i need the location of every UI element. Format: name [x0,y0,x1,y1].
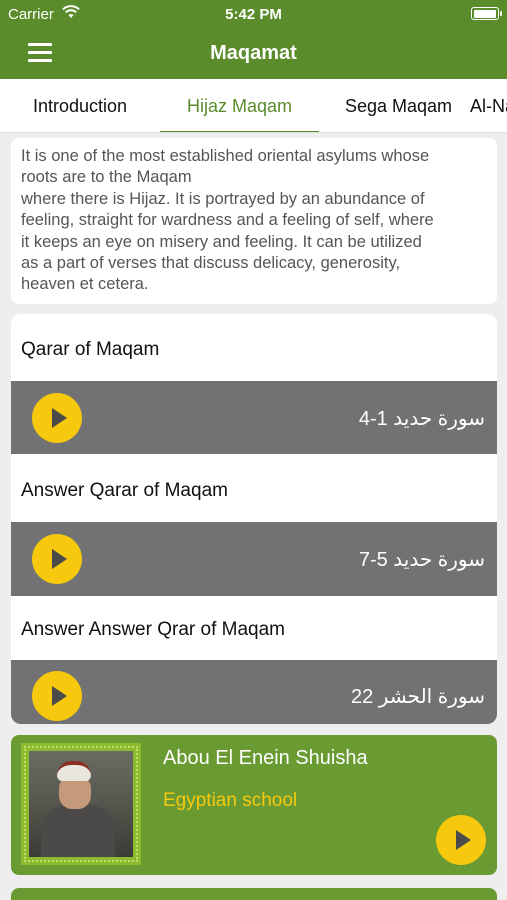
audio-player-bar: سورة حديد 1-4 [11,381,497,454]
play-icon[interactable] [32,671,82,721]
maqam-description: It is one of the most established orient… [11,138,497,304]
recitations-card: Qarar of Maqam سورة حديد 1-4 Answer Qara… [11,314,497,724]
recitation-title: Answer Answer Qrar of Maqam [21,619,285,640]
play-icon[interactable] [32,534,82,584]
reciter-card[interactable]: Abou El Enein Shuisha Egyptian school [11,735,497,875]
description-line: feeling, straight for wardness and a fee… [21,211,434,230]
tab-sega-maqam[interactable]: Sega Maqam [319,79,478,132]
recitation-title: Answer Qarar of Maqam [21,480,228,501]
surah-label: سورة الحشر 22 [350,686,485,708]
reciter-school: Egyptian school [163,790,298,811]
recitation-title: Qarar of Maqam [21,339,160,360]
status-bar: Carrier 5:42 PM [0,0,507,28]
page-title: Maqamat [210,42,297,64]
description-line: it keeps an eye on misery and feeling. I… [21,232,422,251]
reciter-photo [29,751,133,857]
maqam-tabs: Introduction Hijaz Maqam Sega Maqam Al-N… [0,79,507,133]
tab-nahawand-maqam[interactable]: Al-Nahawand Maqam [470,79,507,132]
nav-bar: Maqamat [0,28,507,79]
description-line: as a part of verses that discuss delicac… [21,254,401,273]
description-line: heaven et cetera. [21,275,149,294]
tab-introduction[interactable]: Introduction [0,79,160,132]
status-time: 5:42 PM [225,6,282,23]
surah-label: سورة حديد 5-7 [358,549,485,571]
tab-hijaz-maqam[interactable]: Hijaz Maqam [160,79,319,132]
reciter-name: Abou El Enein Shuisha [163,747,368,769]
description-line: roots are to the Maqam [21,168,192,187]
surah-label: سورة حديد 1-4 [358,408,485,430]
description-line: where there is Hijaz. It is portrayed by… [21,189,425,208]
reciter-card-next[interactable] [11,888,497,900]
play-icon[interactable] [32,393,82,443]
play-icon[interactable] [436,815,486,865]
audio-player-bar: سورة الحشر 22 [11,660,497,724]
reciter-photo-frame [21,743,141,865]
description-line: It is one of the most established orient… [21,147,430,165]
battery-icon [471,7,502,20]
audio-player-bar: سورة حديد 5-7 [11,522,497,596]
